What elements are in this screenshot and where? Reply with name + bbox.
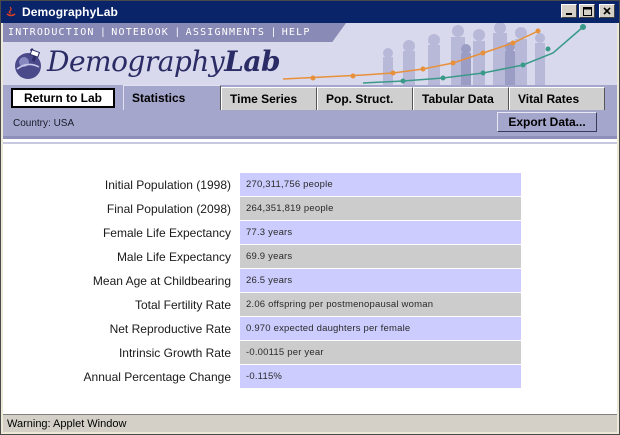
banner: INTRODUCTION | NOTEBOOK | ASSIGNMENTS | … bbox=[3, 23, 617, 85]
stat-row-net-reproductive-rate: Net Reproductive Rate 0.970 expected dau… bbox=[3, 317, 617, 341]
tab-row: Return to Lab Statistics Time Series Pop… bbox=[3, 85, 617, 110]
tab-tabular-data[interactable]: Tabular Data bbox=[413, 87, 509, 110]
nav-separator: | bbox=[101, 27, 105, 38]
maximize-icon bbox=[582, 6, 592, 16]
stat-row-male-life-expectancy: Male Life Expectancy 69.9 years bbox=[3, 245, 617, 269]
stat-label: Female Life Expectancy bbox=[102, 226, 231, 240]
export-data-button[interactable]: Export Data... bbox=[497, 112, 597, 132]
stat-row-total-fertility-rate: Total Fertility Rate 2.06 offspring per … bbox=[3, 293, 617, 317]
status-bar: Warning: Applet Window bbox=[3, 414, 617, 432]
minimize-button[interactable] bbox=[561, 4, 577, 18]
stat-value: 0.970 expected daughters per female bbox=[240, 317, 521, 340]
stat-label: Male Life Expectancy bbox=[116, 250, 231, 264]
country-label: Country: USA bbox=[13, 118, 75, 129]
stat-row-intrinsic-growth-rate: Intrinsic Growth Rate -0.00115 per year bbox=[3, 341, 617, 365]
globe-logo-icon bbox=[15, 47, 41, 79]
stat-value: 264,351,819 people bbox=[240, 197, 521, 220]
brand-light: Demography bbox=[47, 45, 225, 78]
close-button[interactable] bbox=[599, 4, 615, 18]
stat-row-initial-population: Initial Population (1998) 270,311,756 pe… bbox=[3, 173, 617, 197]
stat-row-annual-percentage-change: Annual Percentage Change -0.115% bbox=[3, 365, 617, 389]
stat-value: 77.3 years bbox=[240, 221, 521, 244]
return-to-lab-button[interactable]: Return to Lab bbox=[11, 88, 115, 108]
brand-bold: Lab bbox=[224, 45, 281, 78]
stat-row-female-life-expectancy: Female Life Expectancy 77.3 years bbox=[3, 221, 617, 245]
population-banner-art bbox=[283, 23, 586, 85]
stat-value: 270,311,756 people bbox=[240, 173, 521, 196]
title-bar[interactable]: DemographyLab bbox=[1, 1, 619, 23]
nav-separator: | bbox=[272, 27, 275, 38]
stat-value: 2.06 offspring per postmenopausal woman bbox=[240, 293, 521, 316]
statistics-table: Initial Population (1998) 270,311,756 pe… bbox=[3, 173, 617, 389]
stat-label: Final Population (2098) bbox=[106, 202, 231, 216]
stat-value: 69.9 years bbox=[240, 245, 521, 268]
minimize-icon bbox=[566, 13, 572, 15]
stat-row-mean-age-childbearing: Mean Age at Childbearing 26.5 years bbox=[3, 269, 617, 293]
tab-time-series[interactable]: Time Series bbox=[221, 87, 317, 110]
stat-label: Net Reproductive Rate bbox=[109, 322, 231, 336]
tab-vital-rates[interactable]: Vital Rates bbox=[509, 87, 605, 110]
nav-separator: | bbox=[176, 27, 179, 38]
nav-introduction[interactable]: INTRODUCTION bbox=[8, 27, 95, 38]
maximize-button[interactable] bbox=[579, 4, 595, 18]
stat-value: -0.115% bbox=[240, 365, 521, 388]
tab-pop-struct[interactable]: Pop. Struct. bbox=[317, 87, 413, 110]
stat-label: Initial Population (1998) bbox=[104, 178, 231, 192]
applet-window: DemographyLab INTRODUCTION | NOTEBOOK | … bbox=[0, 0, 620, 435]
tab-statistics[interactable]: Statistics bbox=[123, 85, 221, 110]
window-title: DemographyLab bbox=[22, 5, 118, 19]
stat-label: Annual Percentage Change bbox=[83, 370, 231, 384]
nav-assignments[interactable]: ASSIGNMENTS bbox=[186, 27, 265, 38]
nav-notebook[interactable]: NOTEBOOK bbox=[111, 27, 169, 38]
close-icon bbox=[603, 7, 611, 15]
stat-value: -0.00115 per year bbox=[240, 341, 521, 364]
stat-row-final-population: Final Population (2098) 264,351,819 peop… bbox=[3, 197, 617, 221]
toolbar: Country: USA Export Data... bbox=[3, 110, 617, 136]
brand-logo: DemographyLab bbox=[47, 45, 281, 78]
stat-label: Mean Age at Childbearing bbox=[92, 274, 231, 288]
stat-label: Total Fertility Rate bbox=[134, 298, 231, 312]
stat-value: 26.5 years bbox=[240, 269, 521, 292]
stat-label: Intrinsic Growth Rate bbox=[118, 346, 231, 360]
java-app-icon bbox=[4, 5, 18, 19]
statistics-panel: Initial Population (1998) 270,311,756 pe… bbox=[3, 144, 617, 414]
